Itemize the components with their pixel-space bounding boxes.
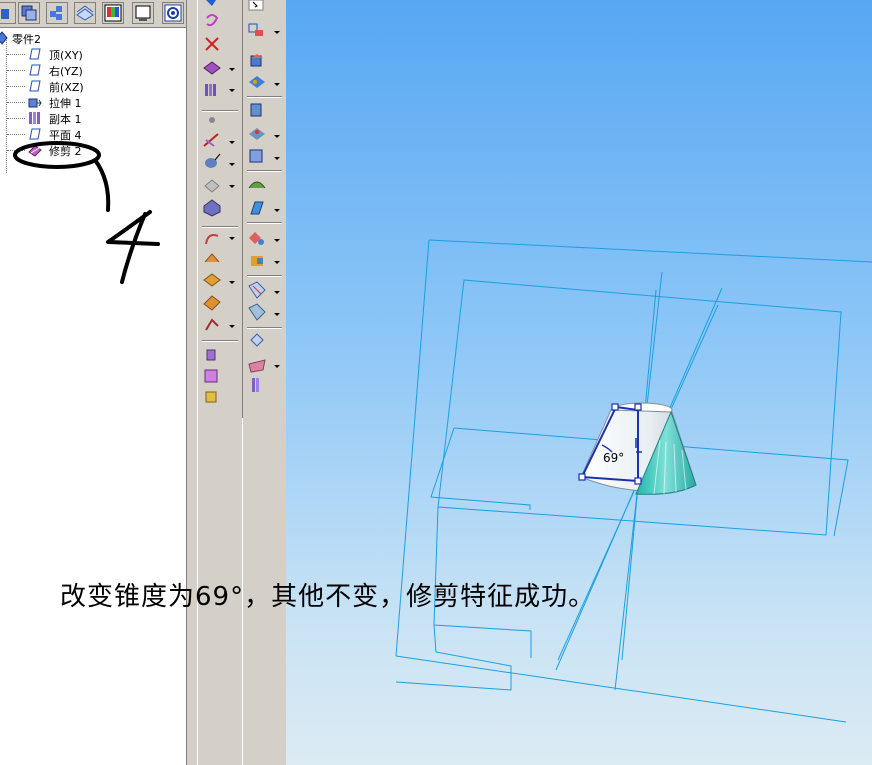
angle-dimension-label[interactable]: 69°	[603, 451, 624, 465]
dropdown-arrow-icon[interactable]	[229, 141, 235, 144]
dropdown-arrow-icon[interactable]	[229, 89, 235, 92]
dropdown-arrow-icon[interactable]	[229, 325, 235, 328]
plane-outline	[428, 239, 872, 263]
dropdown-arrow-icon[interactable]	[274, 135, 280, 138]
feature-toolbar-2	[243, 0, 287, 405]
dropdown-arrow-icon[interactable]	[274, 365, 280, 368]
dropdown-arrow-icon[interactable]	[229, 68, 235, 71]
dropdown-arrow-icon[interactable]	[274, 239, 280, 242]
dropdown-arrow-icon[interactable]	[274, 313, 280, 316]
dropdown-arrow-icon[interactable]	[274, 31, 280, 34]
dropdown-arrow-icon[interactable]	[274, 157, 280, 160]
trimmed-cone[interactable]: 69°	[578, 402, 697, 495]
dropdown-arrow-icon[interactable]	[229, 237, 235, 240]
plane-outline	[395, 655, 847, 723]
feature-toolbar-2-icons	[248, 0, 266, 392]
dropdown-arrow-icon[interactable]	[229, 281, 235, 284]
highlight-circle	[13, 141, 101, 169]
viewport-geometry: 69°	[395, 239, 872, 723]
dropdown-arrow-icon[interactable]	[274, 209, 280, 212]
dropdown-arrow-icon[interactable]	[229, 185, 235, 188]
handwritten-annotation	[13, 141, 160, 284]
feature-toolbar-1-icons	[203, 0, 221, 403]
plane-outline	[395, 624, 512, 691]
pointer-stroke	[93, 158, 111, 212]
dropdown-arrow-icon[interactable]	[274, 291, 280, 294]
3d-viewport[interactable]: 69°	[286, 0, 872, 765]
feature-toolbar-1	[198, 0, 433, 425]
dropdown-arrow-icon[interactable]	[229, 163, 235, 166]
caption-text: 改变锥度为69°，其他不变，修剪特征成功。	[60, 582, 596, 612]
handwritten-number	[106, 210, 160, 246]
dropdown-arrow-icon[interactable]	[274, 261, 280, 264]
dropdown-arrow-icon[interactable]	[274, 83, 280, 86]
